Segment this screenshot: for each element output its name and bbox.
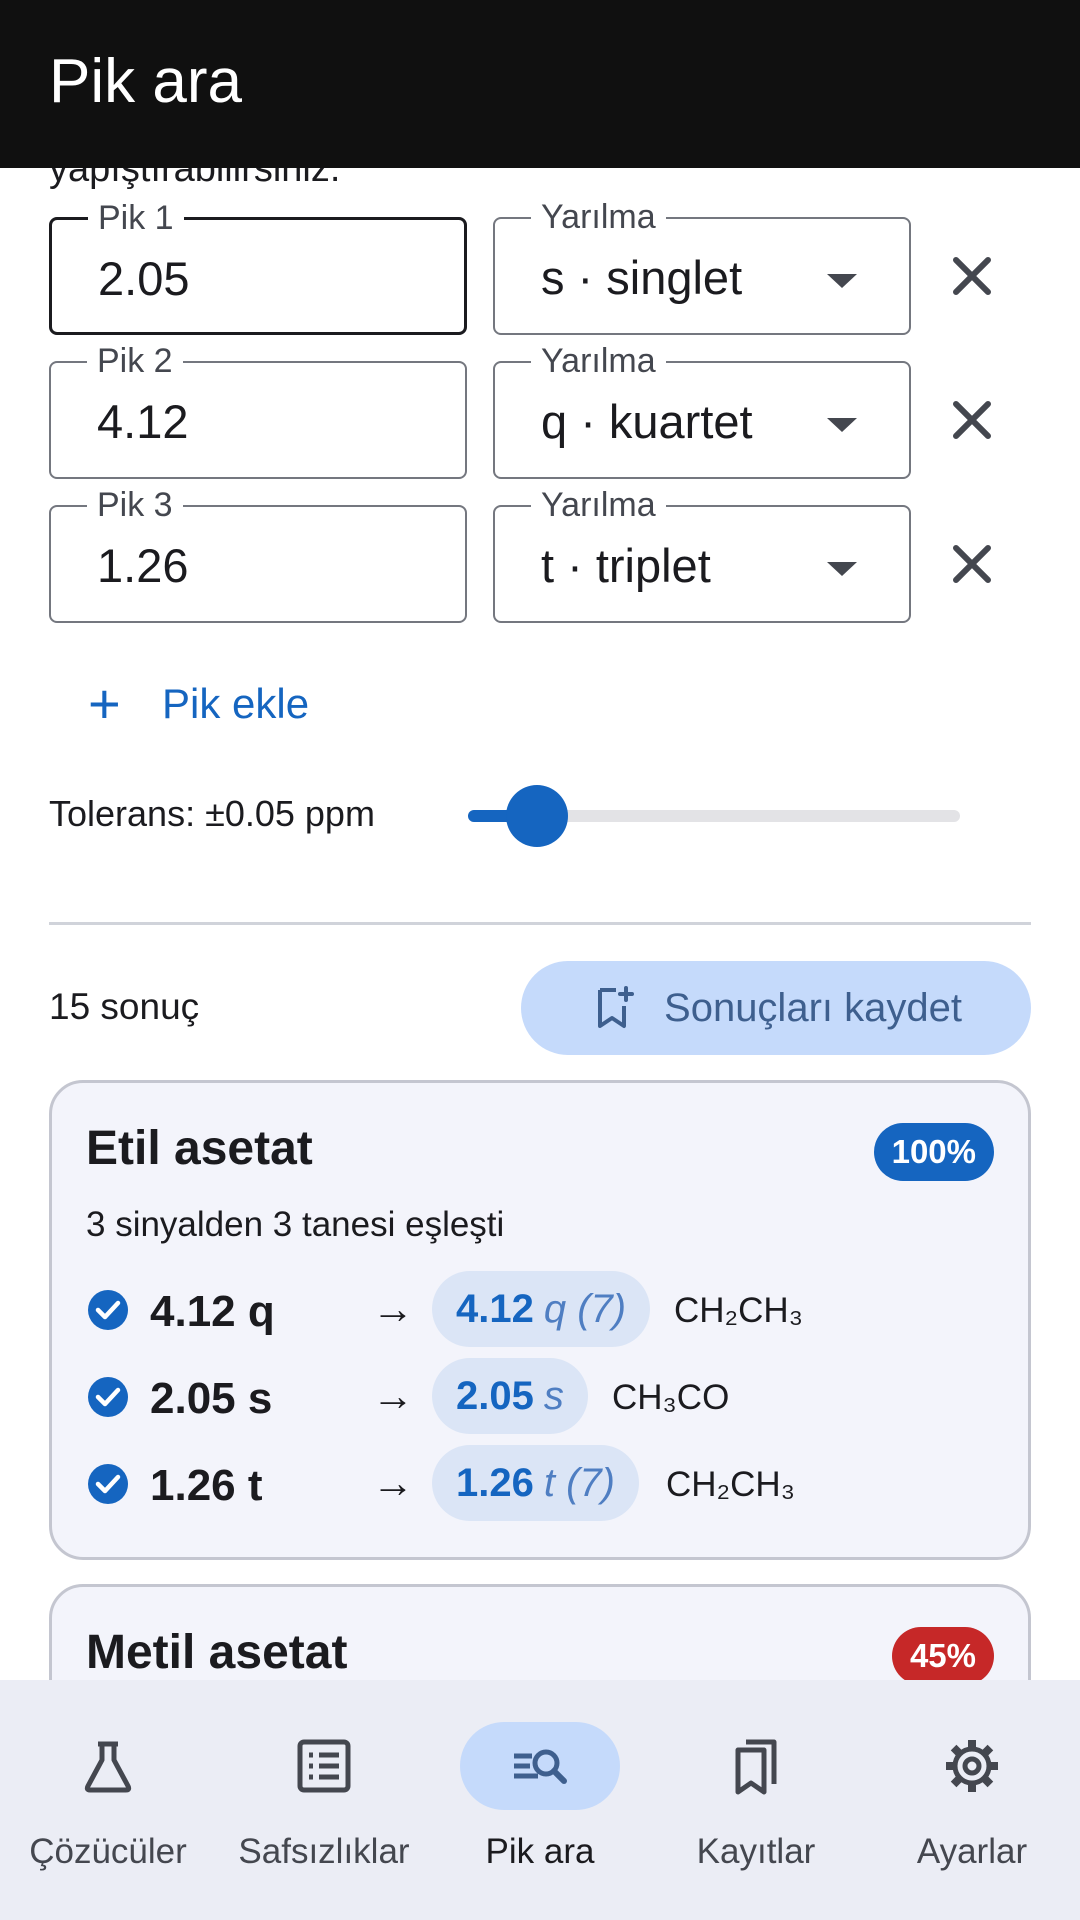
close-icon bbox=[953, 257, 991, 295]
peak-2-splitting-value: q · kuartet bbox=[541, 395, 753, 448]
dropdown-arrow-icon bbox=[827, 274, 857, 288]
close-icon bbox=[953, 545, 991, 583]
tolerance-label: Tolerans: ±0.05 ppm bbox=[49, 793, 375, 834]
save-results-label: Sonuçları kaydet bbox=[664, 985, 962, 1030]
close-icon bbox=[953, 401, 991, 439]
page-title: Pik ara bbox=[49, 47, 242, 116]
peak-2-label: Pik 2 bbox=[87, 341, 183, 381]
save-results-button[interactable]: Sonuçları kaydet bbox=[521, 961, 1031, 1055]
peak-1-label: Pik 1 bbox=[88, 198, 184, 238]
nav-item-solvents[interactable]: Çözücüler bbox=[0, 1680, 216, 1920]
flask-icon bbox=[84, 1741, 132, 1793]
peak-2-splitting-label: Yarılma bbox=[531, 341, 666, 381]
gear-icon bbox=[946, 1740, 998, 1792]
nav-item-settings[interactable]: Ayarlar bbox=[864, 1680, 1080, 1920]
peak-3-value: 1.26 bbox=[97, 539, 189, 592]
nav-label: Ayarlar bbox=[916, 1832, 1028, 1871]
nav-label: Pik ara bbox=[485, 1832, 595, 1871]
reference-multiplicity: t (7) bbox=[543, 1460, 615, 1505]
match-percent-badge: 100% bbox=[873, 1123, 994, 1181]
divider bbox=[49, 922, 1031, 925]
group-label: CH₃CO bbox=[612, 1378, 730, 1417]
reference-chip: 4.12 q (7) bbox=[432, 1271, 651, 1347]
nav-pill bbox=[892, 1722, 1052, 1810]
reference-value: 4.12 bbox=[456, 1286, 534, 1331]
check-circle-icon bbox=[86, 1375, 130, 1419]
peak-3-label: Pik 3 bbox=[87, 485, 183, 525]
match-row: 2.05 s → 2.05 s CH₃CO bbox=[86, 1358, 986, 1436]
bookmarks-icon bbox=[735, 1739, 777, 1795]
remove-peak-2-button[interactable] bbox=[932, 380, 1012, 460]
arrow-right-icon: → bbox=[372, 1459, 414, 1506]
nav-item-peak-search[interactable]: Pik ara bbox=[432, 1680, 648, 1920]
group-label: CH₂CH₃ bbox=[666, 1465, 795, 1504]
add-peak-button[interactable]: + Pik ekle bbox=[88, 668, 309, 740]
peak-3-splitting-value: t · triplet bbox=[541, 539, 711, 592]
plus-icon: + bbox=[88, 672, 121, 735]
bottom-navigation: Çözücüler Safsızlıklar Pik ara Kayıtlar … bbox=[0, 1680, 1080, 1920]
dropdown-arrow-icon bbox=[827, 418, 857, 432]
peak-1-splitting-label: Yarılma bbox=[531, 197, 666, 237]
compound-name: Etil asetat bbox=[86, 1122, 313, 1175]
peak-2-value: 4.12 bbox=[97, 395, 189, 448]
reference-value: 2.05 bbox=[456, 1373, 534, 1418]
group-label: CH₂CH₃ bbox=[674, 1291, 803, 1330]
match-percent-badge: 45% bbox=[891, 1627, 994, 1685]
peak-1-splitting-select[interactable]: Yarılma s · singlet bbox=[493, 197, 911, 335]
remove-peak-3-button[interactable] bbox=[932, 524, 1012, 604]
add-peak-label: Pik ekle bbox=[162, 680, 310, 727]
reference-value: 1.26 bbox=[456, 1460, 534, 1505]
tolerance-slider[interactable] bbox=[468, 785, 960, 847]
compound-name: Metil asetat bbox=[86, 1626, 348, 1679]
input-peak: 1.26 t bbox=[150, 1461, 263, 1510]
nav-pill-active bbox=[460, 1722, 620, 1810]
nav-item-impurities[interactable]: Safsızlıklar bbox=[216, 1680, 432, 1920]
result-count: 15 sonuç bbox=[49, 986, 200, 1027]
peak-search-icon bbox=[514, 1749, 567, 1784]
match-row: 1.26 t → 1.26 t (7) CH₂CH₃ bbox=[86, 1445, 986, 1523]
nav-label: Safsızlıklar bbox=[238, 1832, 410, 1871]
input-peak: 4.12 q bbox=[150, 1287, 275, 1336]
peak-2-splitting-select[interactable]: Yarılma q · kuartet bbox=[493, 341, 911, 479]
nav-label: Kayıtlar bbox=[696, 1832, 816, 1871]
peak-1-splitting-value: s · singlet bbox=[541, 251, 743, 304]
match-summary: 3 sinyalden 3 tanesi eşleşti bbox=[86, 1205, 505, 1244]
list-icon bbox=[297, 1739, 351, 1793]
peak-3-splitting-select[interactable]: Yarılma t · triplet bbox=[493, 485, 911, 623]
peak-3-field[interactable]: Pik 3 1.26 bbox=[49, 485, 467, 623]
dropdown-arrow-icon bbox=[827, 562, 857, 576]
nav-item-records[interactable]: Kayıtlar bbox=[648, 1680, 864, 1920]
peak-3-splitting-label: Yarılma bbox=[531, 485, 666, 525]
arrow-right-icon: → bbox=[372, 1372, 414, 1419]
nav-pill bbox=[676, 1722, 836, 1810]
reference-multiplicity: q (7) bbox=[543, 1286, 627, 1331]
arrow-right-icon: → bbox=[372, 1285, 414, 1332]
slider-thumb[interactable] bbox=[505, 785, 568, 847]
reference-chip: 1.26 t (7) bbox=[432, 1445, 639, 1521]
nav-pill bbox=[28, 1722, 188, 1810]
result-card[interactable]: Etil asetat 100% 3 sinyalden 3 tanesi eş… bbox=[49, 1080, 1031, 1560]
input-peak: 2.05 s bbox=[150, 1374, 273, 1423]
nav-label: Çözücüler bbox=[29, 1832, 187, 1871]
peak-2-field[interactable]: Pik 2 4.12 bbox=[49, 341, 467, 479]
peak-1-field[interactable]: Pik 1 2.05 bbox=[49, 198, 467, 335]
match-row: 4.12 q → 4.12 q (7) CH₂CH₃ bbox=[86, 1271, 986, 1349]
nav-pill bbox=[244, 1722, 404, 1810]
bookmark-add-icon bbox=[598, 986, 635, 1028]
check-circle-icon bbox=[86, 1288, 130, 1332]
reference-chip: 2.05 s bbox=[432, 1358, 588, 1434]
top-app-bar: Pik ara bbox=[0, 0, 1080, 168]
peak-1-value: 2.05 bbox=[98, 252, 190, 305]
reference-multiplicity: s bbox=[543, 1373, 564, 1418]
remove-peak-1-button[interactable] bbox=[932, 236, 1012, 316]
check-circle-icon bbox=[86, 1462, 130, 1506]
